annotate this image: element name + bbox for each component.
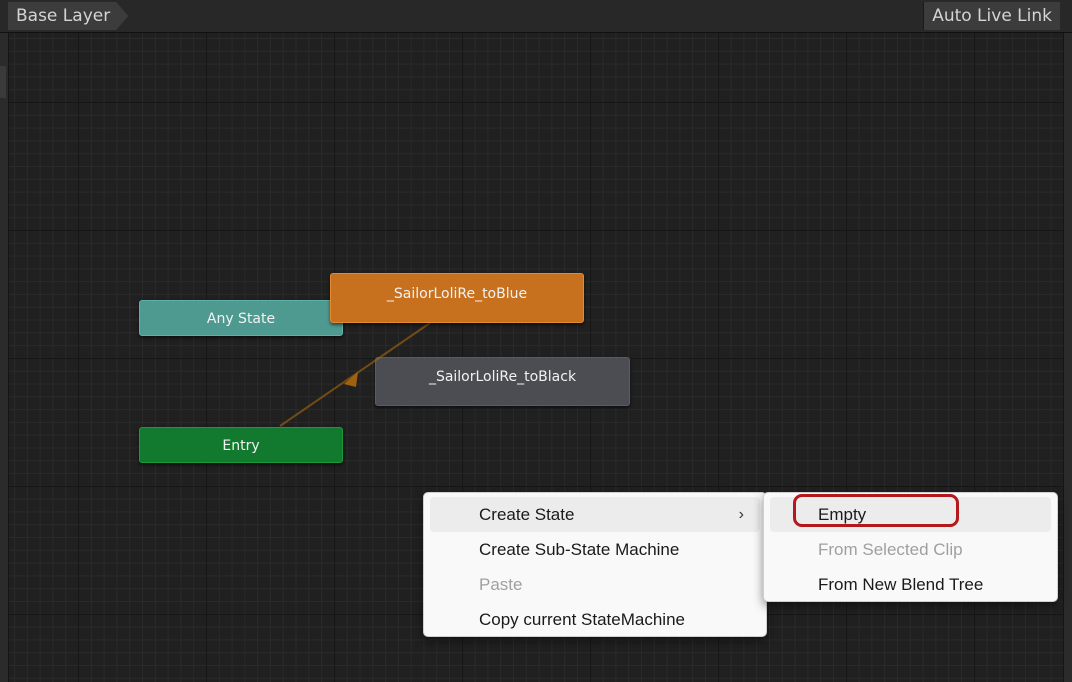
menu-item-label: Copy current StateMachine xyxy=(479,610,685,629)
menu-item-label: Empty xyxy=(818,505,867,524)
state-node-label: _SailorLoliRe_toBlack xyxy=(428,369,577,385)
state-node-entry[interactable]: Entry xyxy=(139,427,343,463)
left-panel-tab[interactable] xyxy=(0,66,6,98)
left-panel-edge xyxy=(0,0,9,682)
menu-item-paste: Paste xyxy=(430,567,760,602)
animator-toolbar: Base Layer Auto Live Link xyxy=(0,0,1072,33)
state-node-to-blue-default[interactable]: _SailorLoliRe_toBlue xyxy=(330,273,584,323)
state-node-any-state[interactable]: Any State xyxy=(139,300,343,336)
auto-live-link-button[interactable]: Auto Live Link xyxy=(923,2,1060,30)
menu-item-label: From New Blend Tree xyxy=(818,575,984,594)
chevron-right-icon: › xyxy=(738,506,744,523)
menu-item-label: Create State xyxy=(479,505,575,524)
graph-context-menu: Create State › Create Sub-State Machine … xyxy=(423,492,767,637)
state-node-label: Entry xyxy=(222,438,260,454)
submenu-item-empty[interactable]: Empty xyxy=(770,497,1051,532)
submenu-item-from-new-blend-tree[interactable]: From New Blend Tree xyxy=(770,567,1051,602)
menu-item-label: From Selected Clip xyxy=(818,540,963,559)
create-state-submenu: Empty From Selected Clip From New Blend … xyxy=(763,492,1058,602)
right-scrollbar[interactable] xyxy=(1063,0,1072,682)
menu-item-create-sub-state-machine[interactable]: Create Sub-State Machine xyxy=(430,532,760,567)
breadcrumb-base-layer[interactable]: Base Layer xyxy=(8,2,128,30)
menu-item-label: Create Sub-State Machine xyxy=(479,540,680,559)
state-node-to-black[interactable]: _SailorLoliRe_toBlack xyxy=(375,357,630,406)
menu-item-create-state[interactable]: Create State › xyxy=(430,497,760,532)
menu-item-label: Paste xyxy=(479,575,523,594)
state-node-label: _SailorLoliRe_toBlue xyxy=(386,286,528,302)
menu-item-copy-current-statemachine[interactable]: Copy current StateMachine xyxy=(430,602,760,637)
animator-window: Base Layer Auto Live Link Any State Entr… xyxy=(0,0,1072,682)
state-node-label: Any State xyxy=(206,311,276,327)
submenu-item-from-selected-clip: From Selected Clip xyxy=(770,532,1051,567)
